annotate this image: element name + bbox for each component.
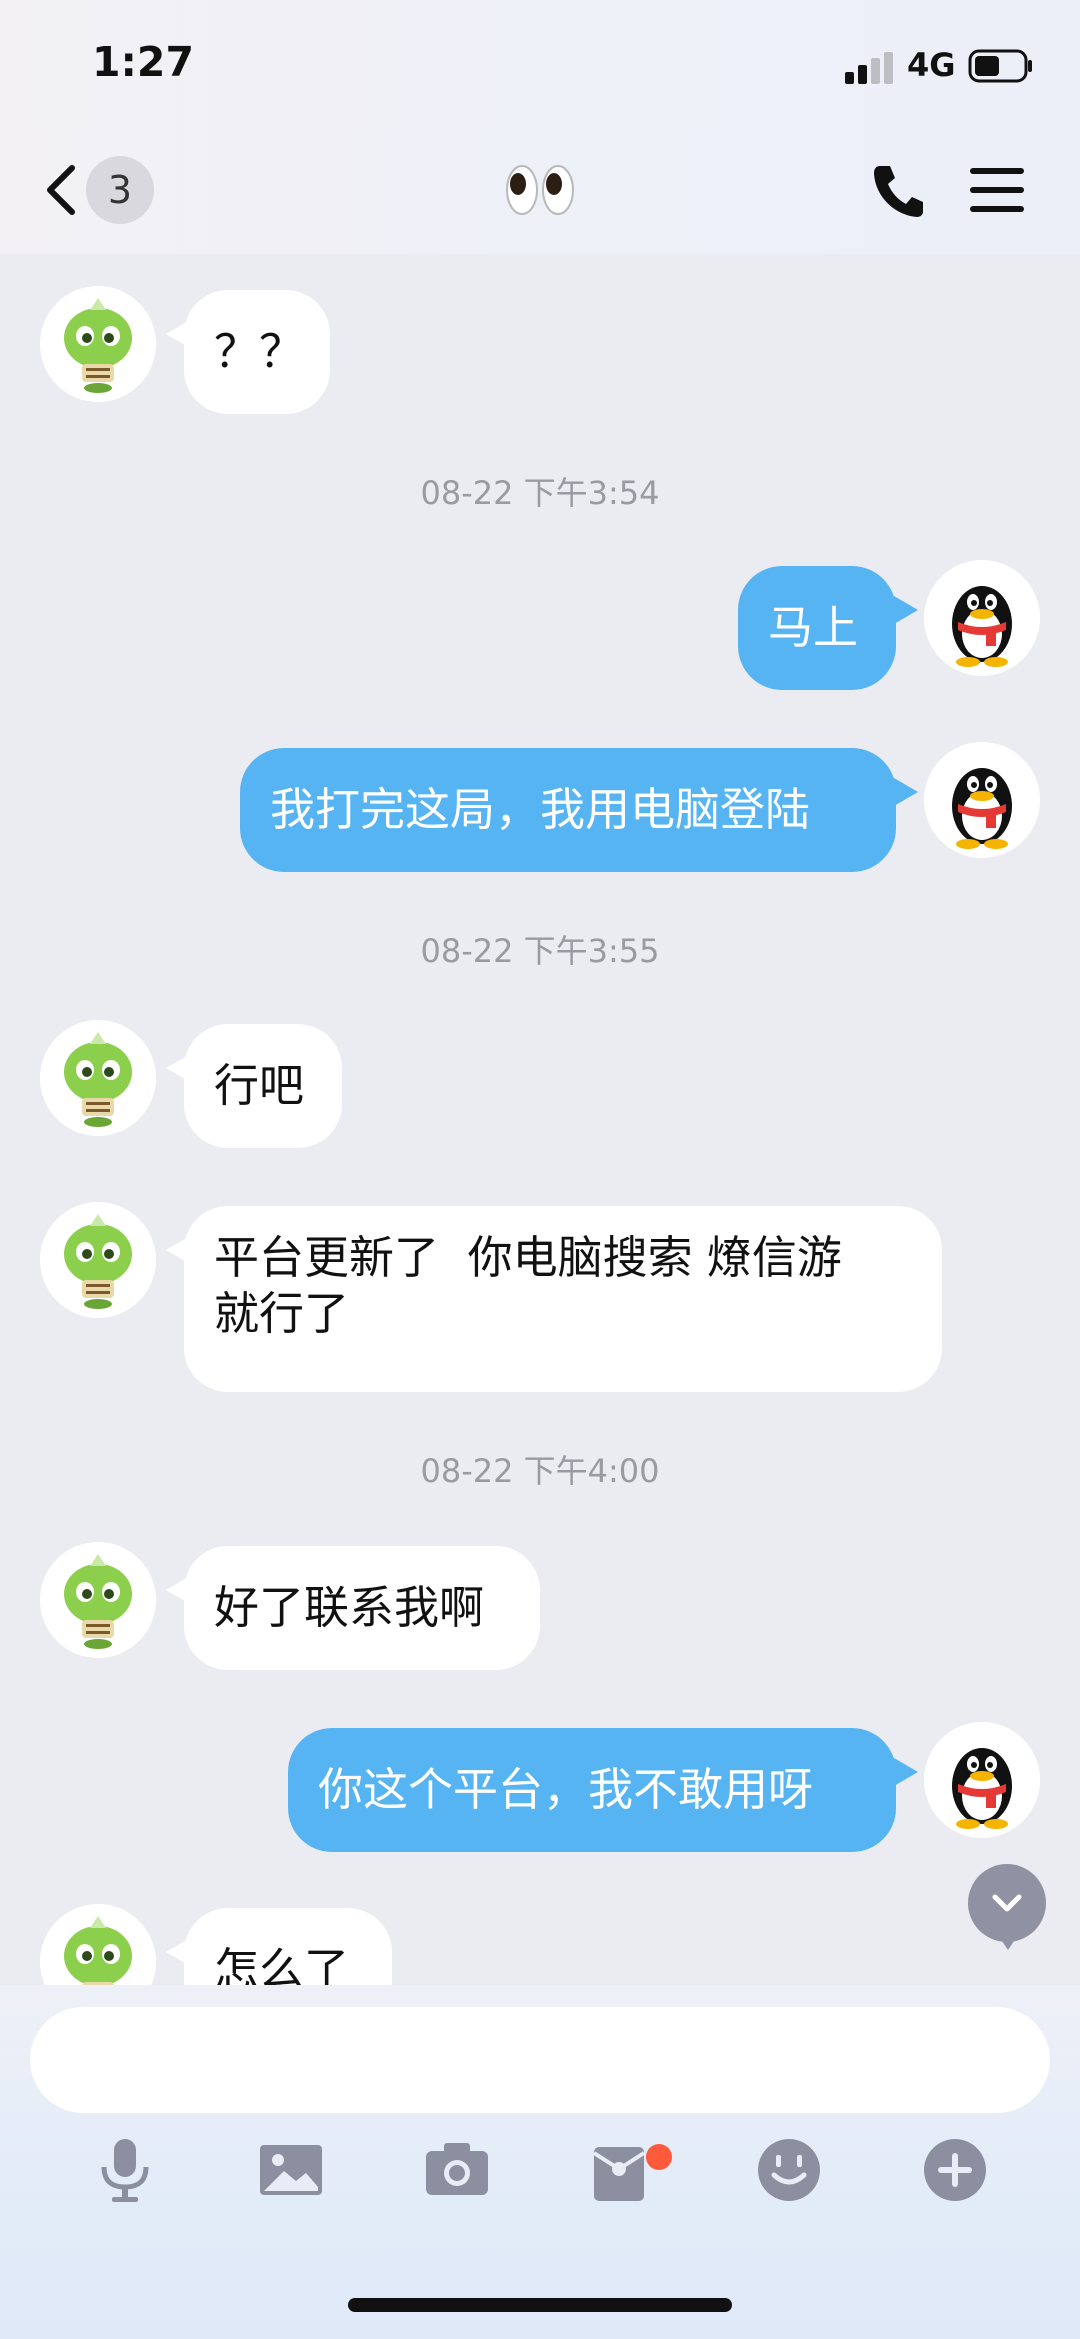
contact-avatar[interactable] <box>40 1020 156 1136</box>
my-avatar[interactable] <box>924 1722 1040 1838</box>
microphone-icon[interactable] <box>90 2135 160 2205</box>
chevron-down-icon <box>992 1894 1022 1912</box>
contact-avatar[interactable] <box>40 1542 156 1658</box>
phone-icon[interactable] <box>870 160 926 220</box>
unread-badge[interactable]: 3 <box>86 156 154 224</box>
status-time: 1:27 <box>92 38 194 86</box>
message-text: ？？ <box>214 325 305 378</box>
notification-dot <box>646 2144 672 2170</box>
camera-icon[interactable] <box>422 2135 492 2205</box>
eyes-emoji-title <box>506 165 574 215</box>
menu-icon[interactable] <box>968 164 1026 216</box>
bubble-tail <box>894 596 918 624</box>
message-bubble[interactable]: 你这个平台，我不敢用呀 <box>288 1728 896 1852</box>
message-bubble[interactable]: 好了联系我啊 <box>184 1546 540 1670</box>
home-indicator[interactable] <box>348 2298 732 2312</box>
my-avatar[interactable] <box>924 560 1040 676</box>
message-text: 你这个平台，我不敢用呀 <box>318 1763 814 1816</box>
message-text: 行吧 <box>214 1059 305 1112</box>
contact-avatar[interactable] <box>40 1202 156 1318</box>
message-text: 好了联系我啊 <box>214 1581 485 1634</box>
timestamp: 08-22 下午4:00 <box>420 1452 660 1490</box>
back-chevron-icon[interactable] <box>40 160 84 220</box>
image-icon[interactable] <box>256 2135 326 2205</box>
contact-avatar[interactable] <box>40 286 156 402</box>
message-bubble[interactable]: 怎么了 <box>184 1908 392 1985</box>
contact-avatar[interactable] <box>40 1904 156 1985</box>
timestamp: 08-22 下午3:55 <box>420 932 660 970</box>
signal-icon <box>845 52 893 84</box>
network-type: 4G <box>907 46 956 84</box>
message-text: 平台更新了 你电脑搜索 燎信游 就行了 <box>214 1231 842 1340</box>
message-bubble[interactable]: 行吧 <box>184 1024 342 1148</box>
bubble-tail <box>894 778 918 806</box>
message-bubble[interactable]: 我打完这局，我用电脑登陆 <box>240 748 896 872</box>
top-bar: 1:27 4G 3 <box>0 0 1080 254</box>
timestamp: 08-22 下午3:54 <box>420 474 660 512</box>
smile-icon[interactable] <box>754 2135 824 2205</box>
scroll-to-bottom-button[interactable] <box>968 1864 1046 1950</box>
bubble-tail <box>894 1758 918 1786</box>
message-text: 怎么了 <box>214 1943 350 1985</box>
message-text: 我打完这局，我用电脑登陆 <box>270 783 811 836</box>
red-packet-icon[interactable] <box>588 2135 658 2205</box>
chat-area[interactable]: ？？ 08-22 下午3:54 马上 我打完这局，我用电脑登陆 08-22 下午… <box>0 254 1080 1985</box>
my-avatar[interactable] <box>924 742 1040 858</box>
plus-icon[interactable] <box>920 2135 990 2205</box>
message-bubble[interactable]: 马上 <box>738 566 896 690</box>
message-bubble[interactable]: 平台更新了 你电脑搜索 燎信游 就行了 <box>184 1206 942 1392</box>
battery-icon <box>968 49 1032 83</box>
message-bubble[interactable]: ？？ <box>184 290 330 414</box>
message-text: 马上 <box>768 601 859 654</box>
message-input[interactable] <box>30 2007 1050 2113</box>
input-area <box>0 1985 1080 2339</box>
